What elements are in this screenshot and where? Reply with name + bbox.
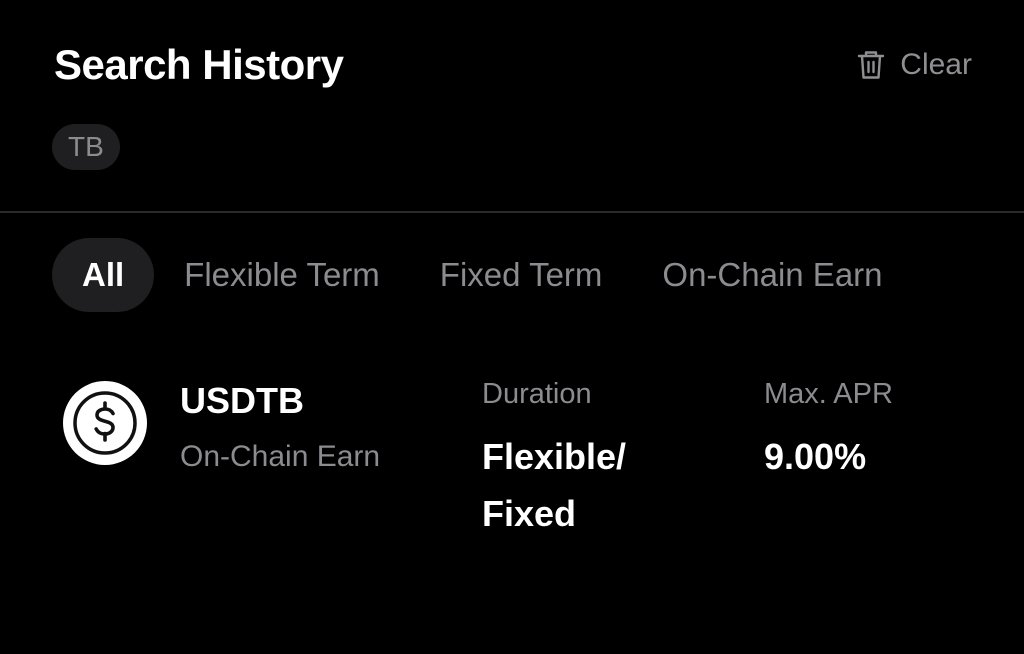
search-history-header: Search History Clear — [54, 40, 972, 90]
duration-value-line-2: Fixed — [482, 493, 577, 534]
section-divider — [0, 211, 1024, 213]
history-chips: TB — [52, 124, 120, 170]
page-title: Search History — [54, 41, 344, 88]
history-chip[interactable]: TB — [52, 124, 120, 170]
tab-fixed-term[interactable]: Fixed Term — [410, 238, 633, 312]
search-page: Search History Clear TB All Flexible Ter… — [0, 0, 1024, 654]
filter-tabs: All Flexible Term Fixed Term On-Chain Ea… — [52, 238, 1024, 312]
max-apr-label: Max. APR — [764, 378, 893, 410]
result-item-usdtb[interactable]: USDTB On-Chain Earn Duration Flexible/ F… — [62, 378, 1024, 538]
tab-all[interactable]: All — [52, 238, 155, 312]
tab-flexible-term[interactable]: Flexible Term — [154, 238, 410, 312]
asset-name: USDTB — [180, 380, 304, 421]
clear-history-button[interactable]: Clear — [856, 48, 972, 82]
trash-icon — [856, 49, 886, 81]
duration-label: Duration — [482, 378, 592, 410]
asset-category: On-Chain Earn — [180, 440, 381, 473]
duration-value-line-1: Flexible/ — [482, 436, 627, 477]
dollar-coin-icon — [62, 380, 148, 466]
max-apr-value: 9.00% — [764, 436, 867, 477]
tab-on-chain-earn[interactable]: On-Chain Earn — [632, 238, 912, 312]
clear-label: Clear — [900, 48, 972, 81]
duration-value: Flexible/ Fixed — [482, 428, 682, 542]
